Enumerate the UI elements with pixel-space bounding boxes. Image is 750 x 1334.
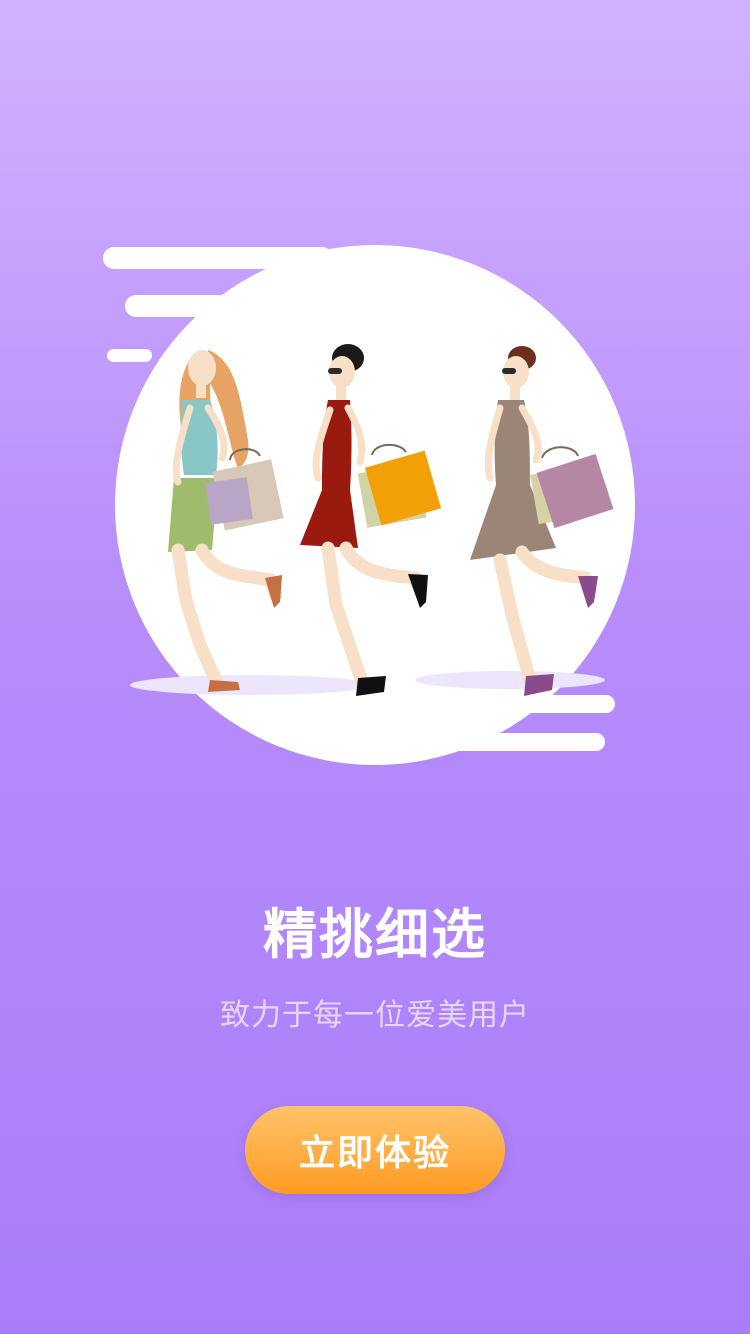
women-shopping-illustration <box>130 344 614 696</box>
page-subtitle: 致力于每一位爱美用户 <box>220 998 530 1033</box>
try-now-button[interactable]: 立即体验 <box>245 1106 505 1194</box>
figure-woman-1 <box>168 350 284 692</box>
figure-woman-2 <box>300 344 442 696</box>
page-title: 精挑细选 <box>263 903 487 966</box>
figure-woman-3 <box>470 346 614 696</box>
hero-illustration <box>90 230 660 790</box>
